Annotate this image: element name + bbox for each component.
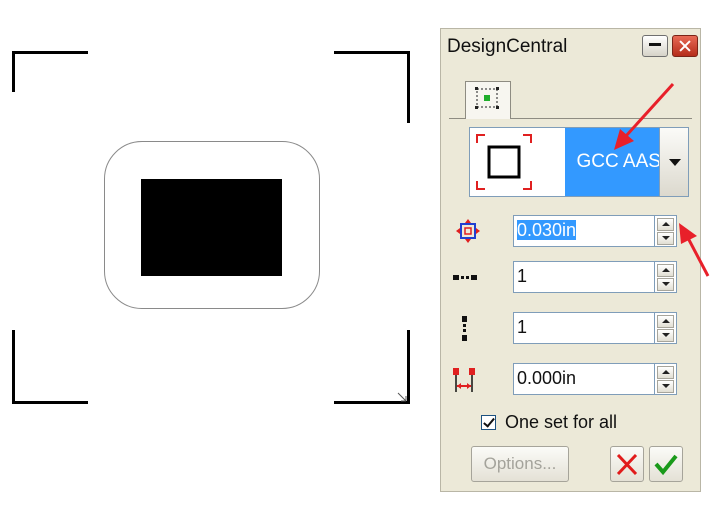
offset-input[interactable]: 0.030in xyxy=(513,215,655,247)
green-check-icon xyxy=(654,454,678,476)
cancel-button[interactable] xyxy=(610,446,644,482)
one-set-for-all-label: One set for all xyxy=(505,412,618,432)
vertical-dots-icon xyxy=(462,316,467,341)
square-outline-icon xyxy=(476,134,532,190)
horizontal-count-row: 1 xyxy=(441,261,700,295)
spacing-spin-down-button[interactable] xyxy=(657,380,674,393)
offset-spin-up-button[interactable] xyxy=(657,218,674,231)
close-button[interactable] xyxy=(672,35,698,57)
red-x-icon xyxy=(616,453,638,476)
ok-button[interactable] xyxy=(649,446,683,482)
object-selection-icon xyxy=(475,87,499,109)
designcentral-panel: DesignCentral GCC AASII 0.030in 1 1 0.00… xyxy=(440,28,701,492)
options-button[interactable]: Options... xyxy=(471,446,569,482)
style-dropdown-button[interactable] xyxy=(659,127,689,197)
vertical-count-input[interactable]: 1 xyxy=(513,312,655,344)
crop-mark-bottom-left-h xyxy=(12,401,88,404)
horizontal-count-spin-up-button[interactable] xyxy=(657,264,674,277)
vertical-count-spinner[interactable] xyxy=(655,312,677,344)
spacing-spinner[interactable] xyxy=(655,363,677,395)
vertical-count-spin-down-button[interactable] xyxy=(657,329,674,342)
black-rectangle-shape[interactable] xyxy=(141,179,282,276)
horizontal-count-input[interactable]: 1 xyxy=(513,261,655,293)
vertical-count-row: 1 xyxy=(441,312,700,346)
spacing-spin-up-button[interactable] xyxy=(657,366,674,379)
title-bar[interactable]: DesignCentral xyxy=(441,29,700,63)
offset-spin-down-button[interactable] xyxy=(657,232,674,245)
spacing-icon xyxy=(453,368,475,392)
spacing-input[interactable]: 0.000in xyxy=(513,363,655,395)
crop-mark-top-right-h xyxy=(334,51,410,54)
vertical-count-spin-up-button[interactable] xyxy=(657,315,674,328)
crop-mark-bottom-left-v xyxy=(12,330,15,404)
horizontal-dots-icon xyxy=(453,275,477,280)
resize-handle-icon[interactable] xyxy=(396,391,408,403)
crop-mark-top-left-v xyxy=(12,51,15,92)
horizontal-count-spinner[interactable] xyxy=(655,261,677,293)
offset-row: 0.030in xyxy=(441,215,700,249)
minimize-button[interactable] xyxy=(642,35,668,57)
spacing-row: 0.000in xyxy=(441,363,700,397)
horizontal-count-spin-down-button[interactable] xyxy=(657,278,674,291)
tab-object-properties[interactable] xyxy=(465,81,511,119)
window-title: DesignCentral xyxy=(447,36,568,57)
style-selector[interactable]: GCC AASII xyxy=(469,127,683,197)
offset-icon xyxy=(456,219,480,243)
crop-mark-top-left-h xyxy=(12,51,88,54)
design-canvas[interactable] xyxy=(0,0,430,506)
crop-mark-top-right-v xyxy=(407,51,410,123)
one-set-for-all-checkbox[interactable] xyxy=(481,415,496,430)
offset-spinner[interactable] xyxy=(655,215,677,247)
